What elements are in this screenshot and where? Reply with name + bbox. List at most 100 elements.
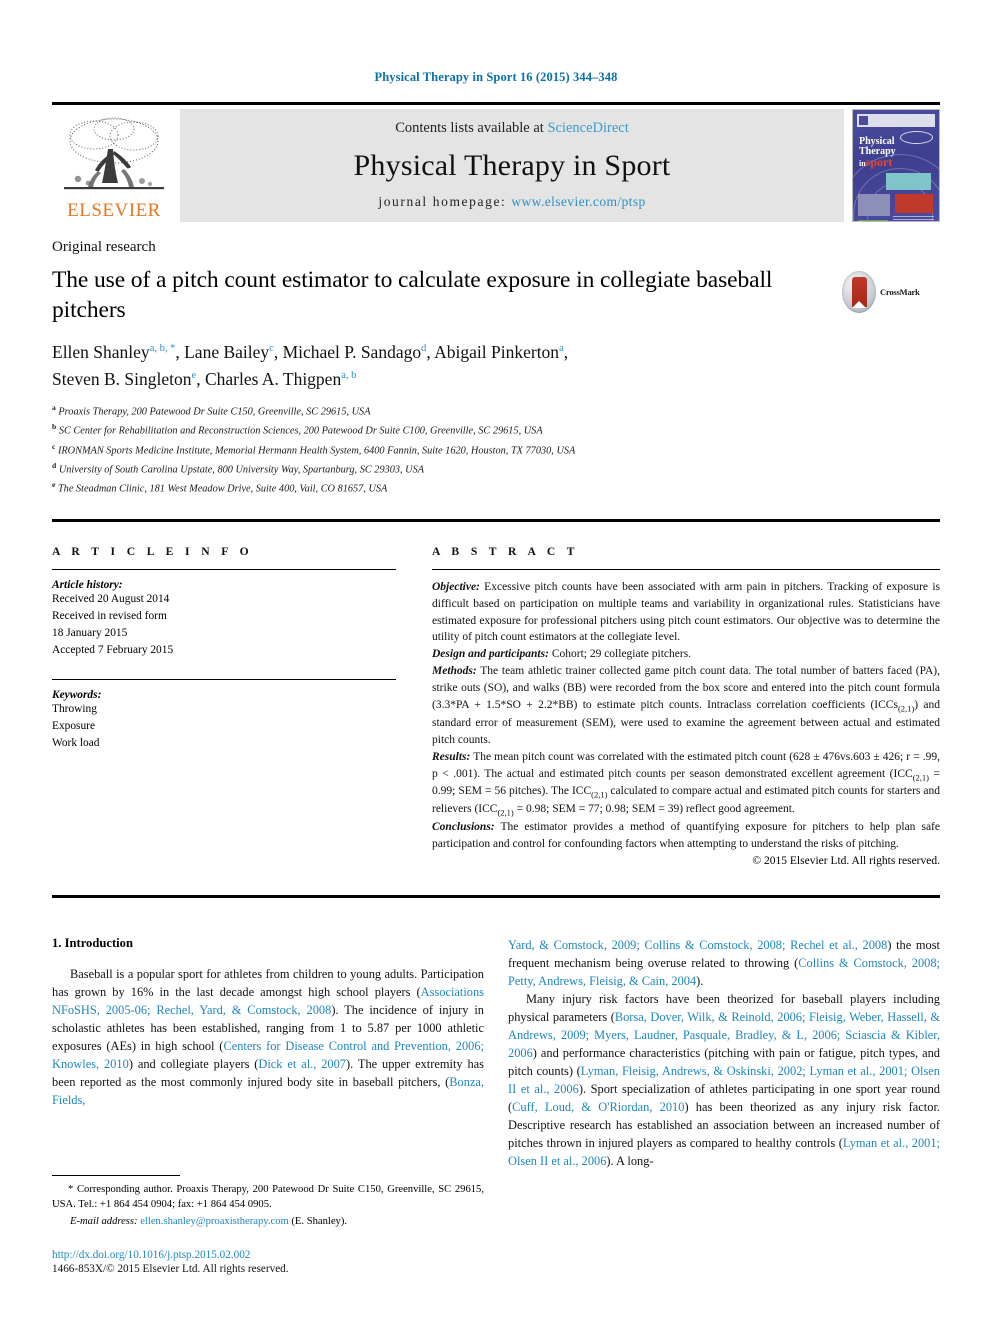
abstract-results-text-d: = 0.98; SEM = 77; 0.98; SEM = 39) reflec… [513,803,795,816]
article-info-column: A R T I C L E I N F O Article history: R… [52,545,432,867]
abstract-results-label: Results: [432,750,471,763]
cover-oval-badge [900,131,933,144]
affiliation-item: e The Steadman Clinic, 181 West Meadow D… [52,479,940,498]
article-history-title: Article history: [52,578,123,591]
masthead-center: Contents lists available at ScienceDirec… [180,109,844,222]
body-text-seg: ). A long- [606,1154,654,1169]
cover-top-bar [857,114,935,127]
author-list: Ellen Shanleya, b, *, Lane Baileyc, Mich… [52,342,569,389]
footnote-block: * Corresponding author. Proaxis Therapy,… [52,1174,484,1275]
affiliation-mark: e [52,479,56,489]
citation-link[interactable]: Dick et al., 2007 [258,1057,346,1071]
affiliation-list: a Proaxis Therapy, 200 Patewood Dr Suite… [52,402,940,497]
abstract-methods-text-a: The team athletic trainer collected game… [432,665,940,712]
body-column-left: 1. Introduction Baseball is a popular sp… [52,936,484,1171]
abstract-methods-sub: (2,1) [897,703,915,714]
cover-photo-2 [858,194,890,216]
affiliation-text: IRONMAN Sports Medicine Institute, Memor… [57,444,576,456]
abstract-objective-text: Excessive pitch counts have been associa… [432,580,940,644]
author-name: Lane Bailey [184,342,270,363]
citation-link[interactable]: Yard, & Comstock, 2009; Collins & Comsto… [508,938,887,952]
abstract-objective-label: Objective: [432,580,480,593]
article-info-rule [52,568,396,570]
keyword-item: Exposure [52,720,96,733]
affiliation-mark: c [52,441,56,451]
body-top-rule [52,894,940,898]
cover-title-sport: sport [865,155,893,169]
author-name: Ellen Shanley [52,342,150,363]
sciencedirect-link[interactable]: ScienceDirect [547,120,628,136]
abstract-objective: Objective: Excessive pitch counts have b… [432,579,940,647]
author-name: Abigail Pinkerton [434,342,560,363]
affiliation-text: The Steadman Clinic, 181 West Meadow Dri… [57,483,388,495]
issn-copyright: 1466-853X/© 2015 Elsevier Ltd. All right… [52,1263,289,1275]
affiliation-item: b SC Center for Rehabilitation and Recon… [52,421,940,440]
abstract-conclusions-label: Conclusions: [432,820,495,833]
crossmark-badge[interactable]: CrossMark [842,265,938,313]
running-head: Physical Therapy in Sport 16 (2015) 344–… [374,70,618,84]
info-abstract-section: A R T I C L E I N F O Article history: R… [52,545,940,867]
cover-photo-1 [886,173,931,190]
homepage-url-link[interactable]: www.elsevier.com/ptsp [511,194,645,209]
affiliation-text: SC Center for Rehabilitation and Reconst… [58,425,543,437]
elsevier-logo: ELSEVIER [52,109,176,222]
abstract-results-sub-a: (2,1) [912,771,929,782]
cover-title: Physical Therapy insport [859,137,896,169]
crossmark-label: CrossMark [880,287,920,297]
body-text-seg: ). [696,973,704,988]
email-label: E-mail address: [70,1215,138,1227]
abstract-rule [432,568,940,570]
body-paragraph: Yard, & Comstock, 2009; Collins & Comsto… [508,936,940,990]
article-history-line: Received 20 August 2014 [52,592,170,605]
keyword-item: Work load [52,737,100,750]
author-marks: e [191,369,197,381]
keyword-item: Throwing [52,703,97,716]
body-text-seg: ) and collegiate players ( [128,1056,259,1071]
abstract-results-sub-c: (2,1) [497,807,514,818]
abstract-design: Design and participants: Cohort; 29 coll… [432,646,940,663]
email-suffix: (E. Shanley). [288,1215,348,1227]
cover-photo-4 [858,220,888,221]
author-marks: a [559,343,564,355]
affiliation-mark: b [52,422,57,432]
abstract-methods-label: Methods: [432,665,477,678]
cover-title-in: in [859,159,866,168]
doi-link[interactable]: http://dx.doi.org/10.1016/j.ptsp.2015.02… [52,1249,484,1261]
email-link[interactable]: ellen.shanley@proaxistherapy.com [140,1216,289,1227]
masthead-top-rule [52,102,940,105]
body-text-seg: Baseball is a popular sport for athletes… [52,966,484,999]
article-header: Original research The use of a pitch cou… [52,239,940,498]
title-row: The use of a pitch count estimator to ca… [52,265,940,325]
abstract-methods: Methods: The team athletic trainer colle… [432,663,940,748]
author-name: Steven B. Singleton [52,368,192,389]
affiliation-item: a Proaxis Therapy, 200 Patewood Dr Suite… [52,402,940,421]
corresponding-author-note: * Corresponding author. Proaxis Therapy,… [52,1182,484,1213]
keywords-title: Keywords: [52,689,102,702]
cover-blurb-text [893,216,934,221]
author-marks: d [421,343,427,355]
article-history-line: Accepted 7 February 2015 [52,644,174,657]
affiliation-mark: a [52,403,56,413]
page-title: The use of a pitch count estimator to ca… [52,267,773,324]
citation-link[interactable]: Cuff, Loud, & O'Riordan, 2010 [512,1100,684,1114]
abstract-heading: A B S T R A C T [432,544,579,558]
abstract-conclusions-text: The estimator provides a method of quant… [432,820,940,850]
abstract-copyright: © 2015 Elsevier Ltd. All rights reserved… [752,854,940,867]
abstract-results-text-a: The mean pitch count was correlated with… [432,750,940,780]
article-type-kicker: Original research [52,239,156,255]
abstract-results-sub-b: (2,1) [591,789,608,800]
elsevier-wordmark: ELSEVIER [67,200,161,221]
abstract-top-rule [52,518,940,522]
article-info-heading: A R T I C L E I N F O [52,544,254,558]
article-history-line: 18 January 2015 [52,627,128,640]
body-column-right: Yard, & Comstock, 2009; Collins & Comsto… [508,936,940,1171]
author-marks: a, b, * [149,343,176,355]
journal-cover-thumbnail[interactable]: Physical Therapy insport [852,109,940,222]
affiliation-text: University of South Carolina Upstate, 80… [58,464,425,476]
journal-masthead: ELSEVIER Contents lists available at Sci… [52,109,940,222]
cover-photo-3 [895,194,933,213]
abstract-conclusions: Conclusions: The estimator provides a me… [432,819,940,853]
author-name: Charles A. Thigpen [204,368,342,389]
footnote-text: Corresponding author. Proaxis Therapy, 2… [52,1183,484,1211]
keywords-rule [52,679,396,681]
